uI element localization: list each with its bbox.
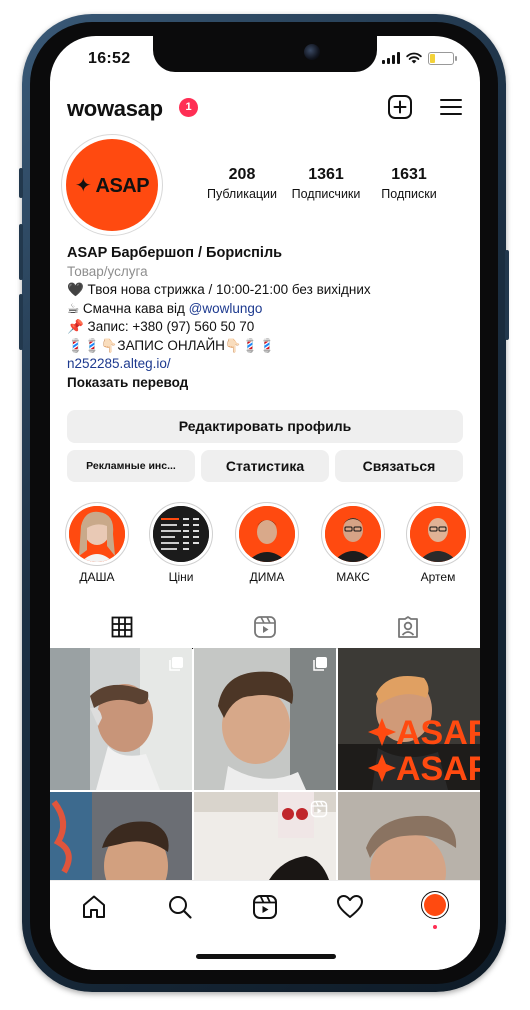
- content-tabs: [50, 606, 480, 649]
- stat-following[interactable]: 1631 Подписки: [364, 166, 454, 201]
- story-highlights: ДАША Ціни ДИМА МАКС Артем: [50, 502, 480, 592]
- post-thumbnail[interactable]: [50, 792, 192, 880]
- username[interactable]: wowasap: [67, 96, 163, 122]
- highlight-artem-label: Артем: [420, 570, 456, 584]
- post-thumbnail[interactable]: [194, 648, 336, 790]
- stat-following-label: Подписки: [381, 187, 437, 201]
- stat-followers-label: Подписчики: [291, 187, 361, 201]
- highlight-dasha-label: ДАША: [79, 570, 115, 584]
- plus-square-icon[interactable]: [387, 94, 413, 120]
- highlight-artem[interactable]: Артем: [403, 502, 473, 584]
- post-asap-text-1: ASAP: [396, 714, 480, 752]
- highlight-maks[interactable]: МАКС: [318, 502, 388, 584]
- highlight-prices[interactable]: Ціни: [146, 502, 216, 584]
- grid-icon: [111, 616, 132, 638]
- stat-posts[interactable]: 208 Публикации: [197, 166, 287, 201]
- posts-grid: ASAP ASAP: [50, 648, 480, 880]
- avatar-logo-text: ✦ ASAP: [74, 174, 150, 197]
- post-asap-text-2: ASAP: [396, 750, 480, 788]
- multi-post-icon: [313, 657, 327, 671]
- app-screen: 16:52 wowasap 1 ✦ ASAP 208 Публикации 13…: [50, 36, 480, 970]
- multi-post-icon: [169, 657, 183, 671]
- post-thumbnail[interactable]: [338, 792, 480, 880]
- stat-posts-label: Публикации: [206, 187, 278, 201]
- contact-button[interactable]: Связаться: [335, 450, 463, 482]
- highlight-prices-image: [153, 506, 209, 562]
- side-button-mute: [19, 168, 23, 198]
- tab-posts-grid[interactable]: [50, 606, 193, 649]
- bio-name: ASAP Барбершоп / Бориспіль: [67, 245, 283, 261]
- profile-avatar-icon[interactable]: [421, 891, 449, 919]
- reels-nav-icon[interactable]: [251, 893, 279, 921]
- bio-mention-link[interactable]: @wowlungo: [189, 301, 263, 316]
- profile-bio: ASAP Барбершоп / Бориспіль Товар/услуга …: [67, 244, 467, 392]
- bio-line-haircut: 🖤 Твоя нова стрижка / 10:00-21:00 без ви…: [67, 282, 371, 297]
- heart-icon[interactable]: [336, 893, 364, 921]
- highlight-dima-image: [239, 506, 295, 562]
- status-time: 16:52: [88, 50, 131, 67]
- show-translation-link[interactable]: Показать перевод: [67, 374, 467, 393]
- highlight-dima[interactable]: ДИМА: [232, 502, 302, 584]
- highlight-dasha-image: [69, 506, 125, 562]
- wifi-icon: [406, 52, 422, 64]
- tab-reels[interactable]: [193, 606, 336, 648]
- highlight-dima-label: ДИМА: [249, 570, 285, 584]
- bio-coffee-text: ☕ Смачна кава від: [67, 300, 189, 316]
- insights-button[interactable]: Статистика: [201, 450, 329, 482]
- highlight-prices-label: Ціни: [168, 570, 194, 584]
- bio-line-coffee: ☕ Смачна кава від @wowlungo: [67, 300, 467, 319]
- ads-tools-button[interactable]: Рекламные инс...: [67, 450, 195, 482]
- profile-header: wowasap 1: [67, 94, 463, 124]
- menu-icon[interactable]: [438, 94, 464, 120]
- bio-website-link[interactable]: n252285.alteg.io/: [67, 355, 467, 374]
- stat-posts-value: 208: [228, 166, 256, 183]
- side-button-power: [505, 250, 509, 340]
- post-thumbnail[interactable]: [50, 648, 192, 790]
- status-icons: [382, 50, 457, 66]
- bio-line-phone: 📌 Запис: +380 (97) 560 50 70: [67, 319, 255, 334]
- highlight-artem-image: [410, 506, 466, 562]
- avatar-logo: ✦ ASAP: [66, 139, 158, 231]
- home-indicator: [196, 954, 336, 959]
- profile-avatar[interactable]: ✦ ASAP: [61, 134, 163, 236]
- profile-notification-dot: [433, 925, 437, 929]
- highlight-dasha[interactable]: ДАША: [62, 502, 132, 584]
- stat-following-value: 1631: [391, 166, 427, 183]
- battery-icon: [428, 51, 457, 65]
- tab-tagged[interactable]: [336, 606, 479, 648]
- search-icon[interactable]: [166, 893, 194, 921]
- highlight-maks-image: [325, 506, 381, 562]
- signal-icon: [382, 52, 400, 64]
- side-button-volume-down: [19, 294, 23, 350]
- tagged-icon: [397, 616, 418, 638]
- camera-icon: [304, 44, 320, 60]
- side-button-volume-up: [19, 224, 23, 280]
- reels-post-icon: [310, 800, 328, 818]
- post-thumbnail[interactable]: [194, 792, 336, 880]
- notch: [153, 36, 377, 72]
- highlight-maks-label: МАКС: [336, 570, 370, 584]
- reels-icon: [253, 616, 276, 638]
- notification-badge: 1: [179, 98, 198, 117]
- edit-profile-button[interactable]: Редактировать профиль: [67, 410, 463, 443]
- bio-line-online: 💈💈👇🏻ЗАПИС ОНЛАЙН👇🏻💈💈: [67, 337, 276, 353]
- bio-category[interactable]: Товар/услуга: [67, 263, 467, 282]
- post-thumbnail[interactable]: ASAP ASAP: [338, 648, 480, 790]
- home-icon[interactable]: [80, 893, 108, 921]
- stat-followers[interactable]: 1361 Подписчики: [281, 166, 371, 201]
- stat-followers-value: 1361: [308, 166, 344, 183]
